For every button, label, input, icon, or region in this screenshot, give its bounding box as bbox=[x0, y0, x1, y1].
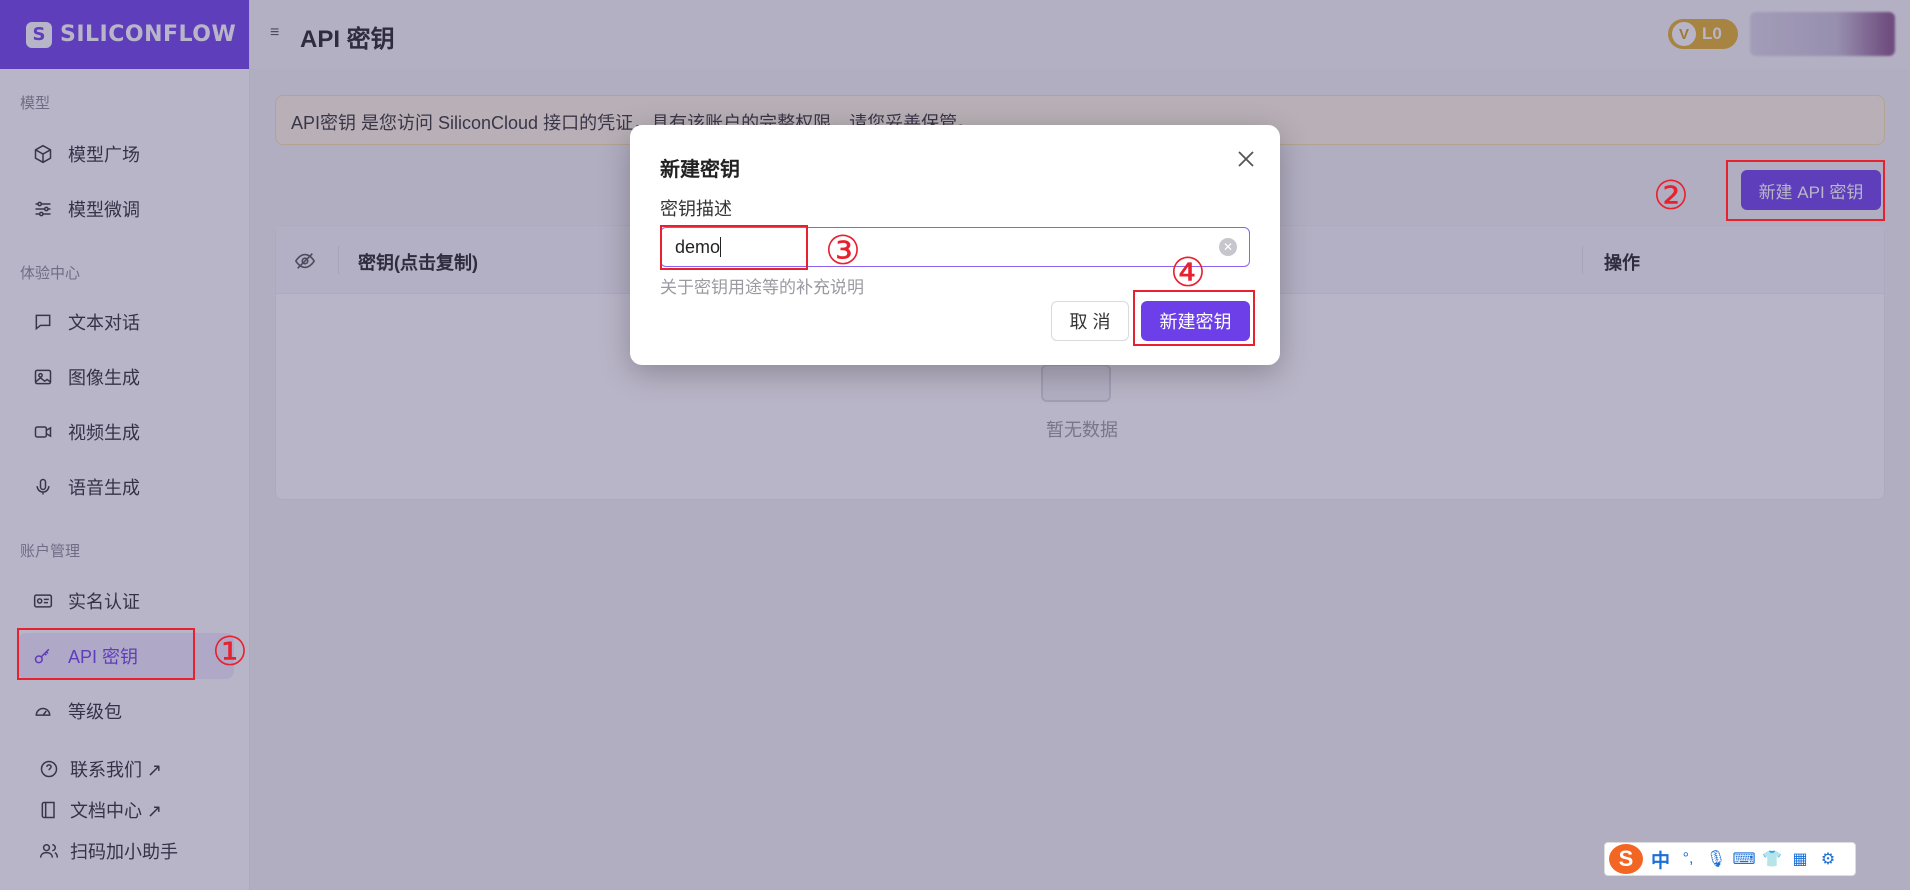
key-description-label: 密钥描述 bbox=[660, 199, 732, 219]
cancel-button[interactable]: 取 消 bbox=[1051, 301, 1129, 341]
annotation-mark-2: ② bbox=[1653, 173, 1689, 219]
ime-toolbar: S 中 °, 🎙 ⌨ 👕 ▦ ⚙ bbox=[1604, 842, 1856, 876]
annotation-mark-3: ③ bbox=[825, 228, 861, 274]
annotation-box-3 bbox=[660, 225, 808, 270]
modal-title: 新建密钥 bbox=[660, 159, 740, 181]
ime-logo-icon[interactable]: S bbox=[1609, 844, 1643, 874]
mic-icon[interactable]: 🎙 bbox=[1706, 849, 1726, 869]
keyboard-icon[interactable]: ⌨ bbox=[1732, 849, 1755, 869]
clear-input-icon[interactable]: ✕ bbox=[1219, 238, 1237, 256]
annotation-box-2 bbox=[1726, 160, 1885, 221]
key-description-help: 关于密钥用途等的补充说明 bbox=[660, 278, 864, 297]
close-icon[interactable] bbox=[1234, 147, 1258, 171]
grid-icon[interactable]: ▦ bbox=[1790, 849, 1810, 869]
annotation-mark-1: ① bbox=[212, 629, 248, 675]
annotation-box-4 bbox=[1133, 290, 1255, 346]
annotation-box-1 bbox=[17, 628, 195, 680]
skin-icon[interactable]: 👕 bbox=[1762, 849, 1782, 869]
ime-language-toggle[interactable]: 中 bbox=[1651, 846, 1670, 873]
annotation-mark-4: ④ bbox=[1170, 250, 1206, 296]
settings-icon[interactable]: ⚙ bbox=[1818, 849, 1838, 869]
punctuation-icon[interactable]: °, bbox=[1678, 849, 1698, 869]
